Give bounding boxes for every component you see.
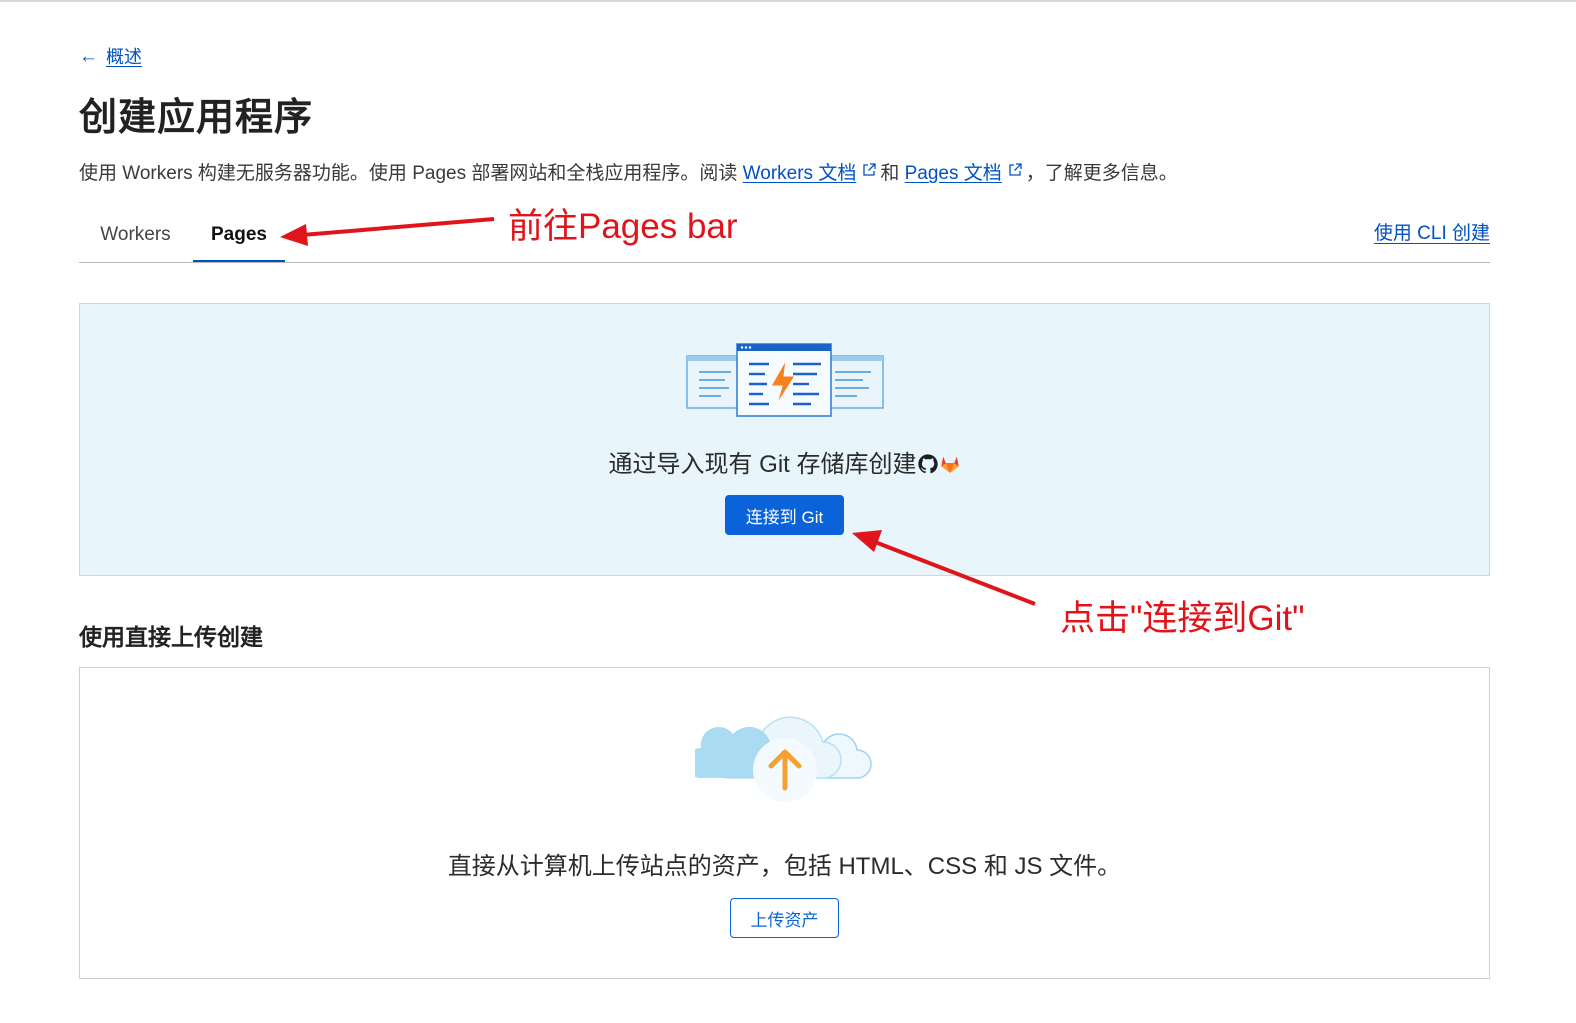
top-divider <box>0 0 1576 2</box>
tab-workers[interactable]: Workers <box>79 208 192 261</box>
description-lead: 使用 Workers 构建无服务器功能。使用 Pages 部署网站和全栈应用程序… <box>79 163 743 184</box>
direct-upload-text: 直接从计算机上传站点的资产，包括 HTML、CSS 和 JS 文件。 <box>447 853 1122 880</box>
back-link-label[interactable]: 概述 <box>106 43 142 69</box>
direct-upload-heading: 使用直接上传创建 <box>79 624 263 650</box>
git-import-panel: 通过导入现有 Git 存储库创建 连接到 Git <box>79 303 1490 576</box>
workers-docs-link[interactable]: Workers 文档 <box>743 163 857 184</box>
back-arrow-icon: ← <box>79 45 98 67</box>
annotation-connect-git-note: 点击"连接到Git" <box>1060 599 1305 638</box>
gitlab-icon <box>940 456 959 473</box>
description-tail: ，了解更多信息。 <box>1025 163 1178 184</box>
direct-upload-panel: 直接从计算机上传站点的资产，包括 HTML、CSS 和 JS 文件。 上传资产 <box>79 667 1490 979</box>
back-link[interactable]: ← 概述 <box>79 43 142 69</box>
github-icon <box>917 454 938 474</box>
pages-illustration <box>686 343 884 417</box>
pages-docs-link[interactable]: Pages 文档 <box>905 163 1002 184</box>
upload-assets-button[interactable]: 上传资产 <box>730 898 839 938</box>
git-import-label: 通过导入现有 Git 存储库创建 <box>608 451 917 478</box>
page-description: 使用 Workers 构建无服务器功能。使用 Pages 部署网站和全栈应用程序… <box>79 158 1178 185</box>
tab-pages[interactable]: Pages <box>193 208 285 262</box>
external-link-icon[interactable] <box>1008 163 1022 177</box>
page-title: 创建应用程序 <box>79 97 314 139</box>
tab-bar: Workers Pages 使用 CLI 创建 <box>79 208 1490 263</box>
connect-to-git-button[interactable]: 连接到 Git <box>725 495 844 535</box>
annotation-pages-tab-note: 前往Pages bar <box>508 207 738 246</box>
description-and: 和 <box>880 163 900 184</box>
git-import-text: 通过导入现有 Git 存储库创建 <box>80 444 1489 479</box>
external-link-icon[interactable] <box>862 163 876 177</box>
cloud-upload-illustration <box>695 716 872 802</box>
create-with-cli-link[interactable]: 使用 CLI 创建 <box>1374 218 1490 245</box>
